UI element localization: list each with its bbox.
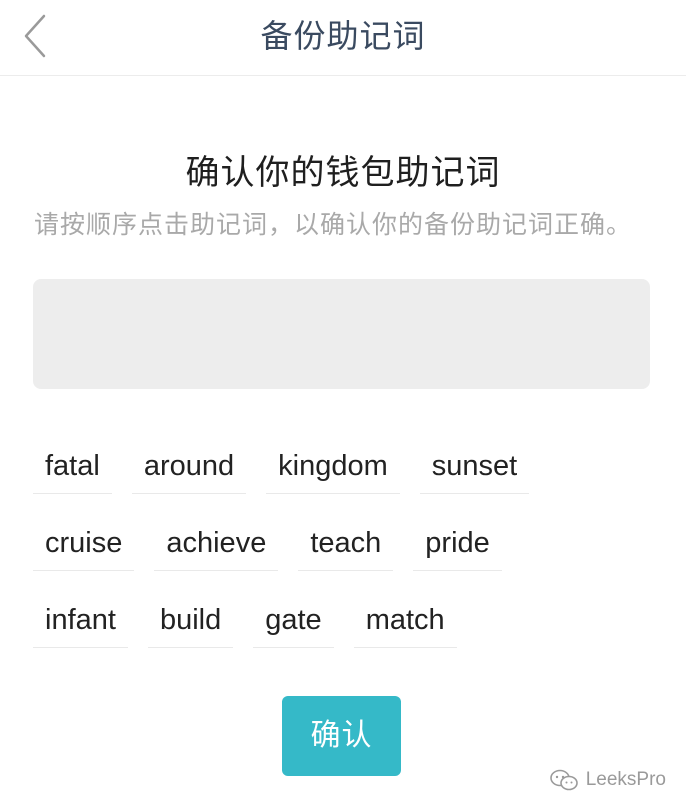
- page-heading: 确认你的钱包助记词: [185, 153, 501, 193]
- wechat-icon: [549, 769, 578, 791]
- word-chip-cruise[interactable]: cruise: [33, 515, 135, 571]
- word-chip-pride[interactable]: pride: [413, 515, 502, 571]
- word-row: infant build gate match: [33, 592, 653, 648]
- word-chip-kingdom[interactable]: kingdom: [266, 438, 400, 494]
- word-chip-sunset[interactable]: sunset: [419, 438, 530, 494]
- navigation-bar: 备份助记词: [0, 0, 686, 76]
- nav-title: 备份助记词: [260, 17, 426, 55]
- word-chip-fatal[interactable]: fatal: [33, 438, 112, 494]
- confirm-button[interactable]: 确认: [282, 696, 401, 776]
- backup-mnemonic-page: 备份助记词 确认你的钱包助记词 请按顺序点击助记词，以确认你的备份助记词正确。 …: [0, 0, 686, 806]
- word-chip-match[interactable]: match: [353, 592, 457, 648]
- page-subtitle: 请按顺序点击助记词，以确认你的备份助记词正确。: [34, 210, 633, 239]
- watermark: LeeksPro: [549, 765, 666, 795]
- watermark-text: LeeksPro: [585, 769, 666, 790]
- word-row: fatal around kingdom sunset: [33, 438, 653, 494]
- word-chip-infant[interactable]: infant: [33, 592, 128, 648]
- word-chip-around[interactable]: around: [131, 438, 247, 494]
- word-chip-build[interactable]: build: [147, 592, 234, 648]
- word-chip-achieve[interactable]: achieve: [154, 515, 279, 571]
- word-grid: fatal around kingdom sunset cruise achie…: [33, 438, 653, 669]
- word-chip-teach[interactable]: teach: [298, 515, 394, 571]
- word-row: cruise achieve teach pride: [33, 515, 653, 571]
- selected-words-area[interactable]: [33, 279, 650, 389]
- word-chip-gate[interactable]: gate: [253, 592, 334, 648]
